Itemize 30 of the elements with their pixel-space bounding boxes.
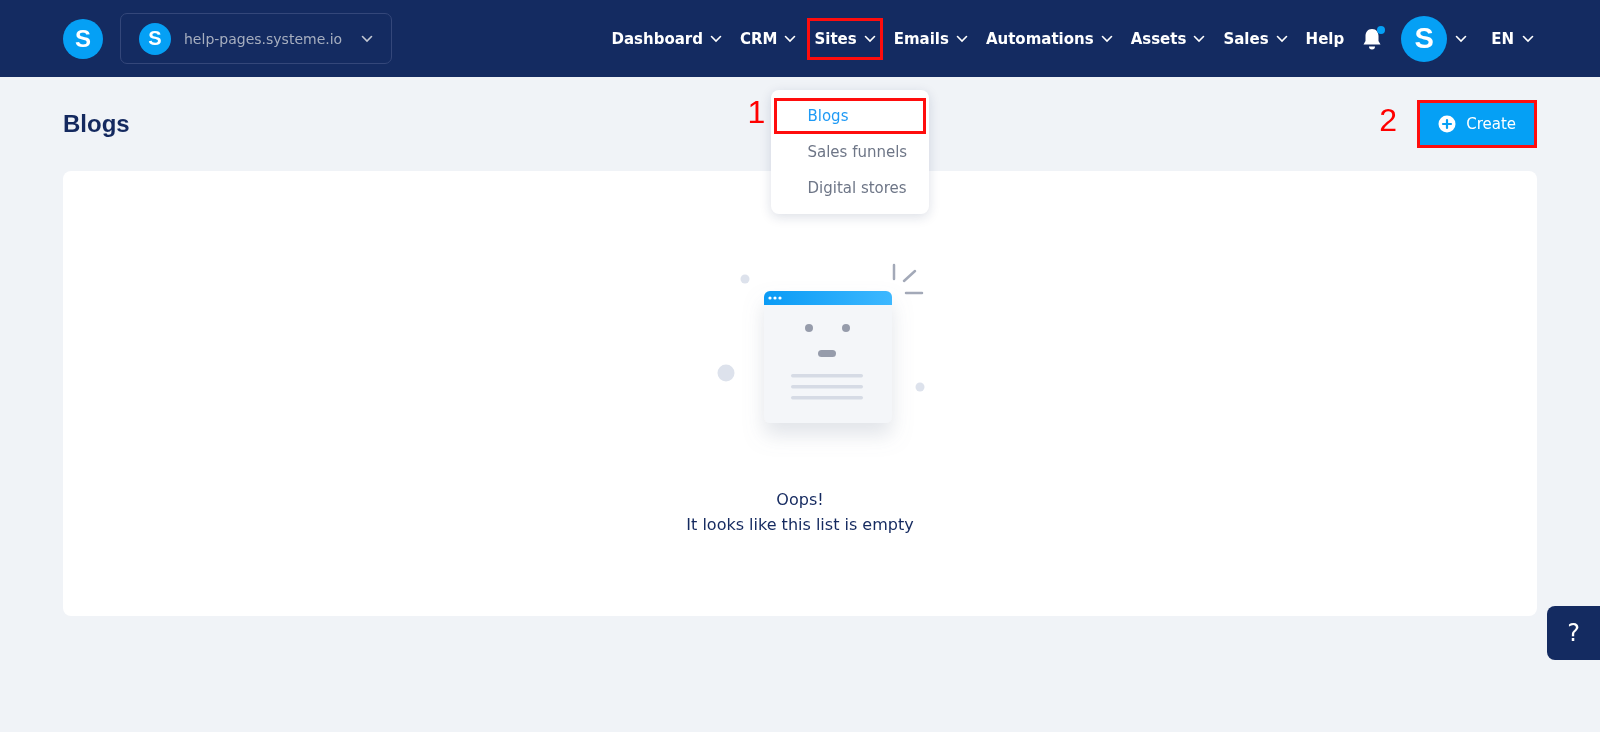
caret-icon [1455, 34, 1468, 43]
site-selector[interactable]: S help-pages.systeme.io [120, 13, 392, 64]
caret-icon [361, 34, 373, 43]
empty-state-title: Oops! [776, 489, 824, 511]
nav-menu-item[interactable]: Assets [1123, 17, 1213, 60]
page-title: Blogs [63, 110, 130, 138]
caret-icon [1522, 34, 1534, 43]
caret-icon [1275, 34, 1288, 43]
nav-menu-item[interactable]: Emails [886, 17, 975, 60]
caret-icon [863, 34, 876, 43]
plus-icon [1438, 115, 1457, 133]
language-menu[interactable]: EN [1485, 28, 1540, 49]
annotation-number: 1 [747, 95, 766, 128]
caret-icon [955, 34, 968, 43]
caret-icon [1100, 34, 1113, 43]
nav-menu-item[interactable]: Sites [807, 17, 883, 60]
nav-menu-item[interactable]: Sales [1216, 17, 1295, 60]
annotation-number: 2 [1379, 104, 1397, 136]
caret-icon [1193, 34, 1206, 43]
dropdown-item[interactable]: Digital stores [774, 169, 927, 206]
nav-menu-item[interactable]: Help [1298, 17, 1352, 60]
empty-state-message: It looks like this list is empty [686, 514, 914, 536]
dropdown-item[interactable]: Sales funnels [774, 133, 927, 170]
nav-menu-item[interactable]: CRM [732, 17, 804, 60]
help-button[interactable]: ? [1547, 606, 1600, 660]
nav-menu-item[interactable]: Automations [978, 17, 1120, 60]
caret-icon [709, 34, 722, 43]
caret-icon [784, 34, 797, 43]
nav-menu-item[interactable]: Dashboard [604, 17, 729, 60]
bell-icon[interactable] [1361, 26, 1384, 51]
